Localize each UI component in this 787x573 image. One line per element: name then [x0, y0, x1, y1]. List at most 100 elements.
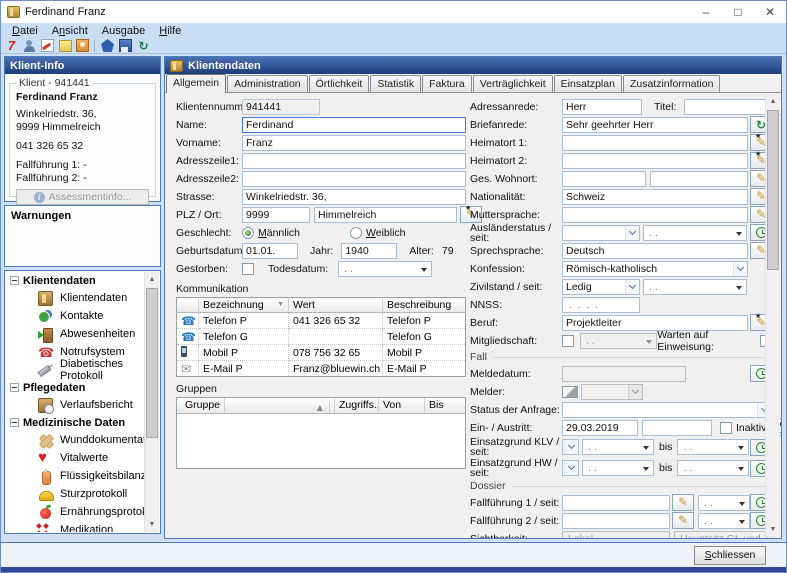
combo-button[interactable]: [625, 226, 639, 240]
einsatzgrund-hw-combo[interactable]: [562, 460, 579, 476]
sprechsprache-field[interactable]: [562, 243, 748, 259]
einsatzgrund-klv-bis-combo[interactable]: . .: [677, 439, 749, 455]
todesdatum-combo[interactable]: . .: [338, 261, 432, 277]
scroll-up-icon[interactable]: ▲: [766, 94, 780, 109]
meldedatum-field[interactable]: [562, 366, 686, 382]
scroll-thumb[interactable]: [146, 288, 158, 438]
nnss-field[interactable]: [562, 297, 640, 313]
schliessen-button[interactable]: Schliessen: [694, 546, 766, 565]
kommunikation-row-mobil-p[interactable]: Mobil P 078 756 32 65 Mobil P: [177, 345, 466, 361]
notes-icon[interactable]: [59, 40, 72, 52]
tree-item-abwesenheiten[interactable]: Abwesenheiten: [6, 325, 144, 343]
tab-allgemein[interactable]: Allgemein: [166, 74, 226, 93]
ges-wohnort-field1[interactable]: [562, 171, 646, 187]
status-anfrage-combo[interactable]: [562, 402, 772, 418]
menu-ausgabe[interactable]: Ausgabe: [95, 25, 152, 37]
adresszeile1-field[interactable]: [242, 153, 466, 169]
radio-maennlich[interactable]: [242, 227, 254, 239]
scroll-thumb[interactable]: [767, 110, 779, 270]
edit-protocol-icon[interactable]: [41, 39, 54, 52]
sichtbarkeit-combo1[interactable]: Lokal: [562, 531, 670, 539]
tab-statistik[interactable]: Statistik: [370, 75, 421, 92]
bezeichnung-column-header[interactable]: Bezeichnung▼: [199, 298, 289, 313]
melder-picker-button[interactable]: [562, 386, 578, 398]
tree-item-medikation[interactable]: Medikation: [6, 521, 144, 532]
scroll-down-icon[interactable]: ▼: [145, 517, 159, 532]
zivilstand-date-combo[interactable]: . .: [643, 279, 747, 295]
adresszeile2-field[interactable]: [242, 171, 466, 187]
maximize-button[interactable]: □: [722, 1, 754, 23]
fallfuehrung1-date-combo[interactable]: . .: [698, 495, 750, 511]
tree-group-klientendaten[interactable]: Klientendaten: [6, 272, 144, 289]
combo-button[interactable]: [564, 461, 578, 475]
combo-button[interactable]: [564, 440, 578, 454]
briefanrede-field[interactable]: [562, 117, 748, 133]
ges-wohnort-field2[interactable]: [650, 171, 748, 187]
tab-administration[interactable]: Administration: [227, 75, 308, 92]
tab-oertlichkeit[interactable]: Örtlichkeit: [309, 75, 370, 92]
einsatzgrund-hw-bis-combo[interactable]: . .: [677, 460, 749, 476]
menu-ansicht[interactable]: Ansicht: [45, 25, 95, 37]
tree-scrollbar[interactable]: ▲ ▼: [144, 272, 159, 532]
report-7-icon[interactable]: [4, 39, 19, 53]
icon-column-header[interactable]: [177, 298, 199, 313]
klientennummer-field[interactable]: [242, 99, 320, 115]
ort-field[interactable]: [314, 207, 457, 223]
nationalitaet-field[interactable]: [562, 189, 748, 205]
scroll-down-icon[interactable]: ▼: [766, 522, 780, 537]
menu-datei[interactable]: Datei: [5, 25, 45, 37]
tab-einsatzplan[interactable]: Einsatzplan: [554, 75, 622, 92]
inaktiv-checkbox[interactable]: [720, 422, 732, 434]
save-icon[interactable]: [119, 39, 132, 52]
beschreibung-column-header[interactable]: Beschreibung: [383, 298, 466, 313]
scroll-up-icon[interactable]: ▲: [145, 272, 159, 287]
form-scrollbar[interactable]: ▲ ▼: [765, 94, 780, 537]
combo-button[interactable]: [628, 385, 642, 399]
geburtsdatum-field[interactable]: [242, 243, 298, 259]
zugriffs-column-header[interactable]: Zugriffs...: [335, 398, 379, 413]
bis-column-header[interactable]: Bis: [425, 398, 465, 413]
contact-report-icon[interactable]: [76, 39, 89, 52]
fallfuehrung1-field[interactable]: [562, 495, 670, 511]
tab-vertraeglichkeit[interactable]: Verträglichkeit: [473, 75, 553, 92]
tree-item-sturzprotokoll[interactable]: Sturzprotokoll: [6, 485, 144, 503]
tree-item-kontakte[interactable]: Kontakte: [6, 307, 144, 325]
konfession-combo[interactable]: Römisch-katholisch: [562, 261, 748, 277]
close-window-button[interactable]: ✕: [754, 1, 786, 23]
collapse-icon[interactable]: [10, 383, 19, 392]
fallfuehrung1-edit-button[interactable]: [672, 494, 694, 511]
strasse-field[interactable]: [242, 189, 466, 205]
heimatort1-field[interactable]: [562, 135, 748, 151]
vorname-field[interactable]: [242, 135, 466, 151]
tree-item-wunddokumentation[interactable]: Wunddokumentation: [6, 431, 144, 449]
fallfuehrung2-field[interactable]: [562, 513, 670, 529]
shape-icon[interactable]: [101, 39, 114, 52]
sichtbarkeit-combo2[interactable]: Hauptsitz GL und Zentr...: [674, 531, 772, 539]
tab-zusatzinformation[interactable]: Zusatzinformation: [623, 75, 720, 92]
refresh-icon[interactable]: [136, 39, 151, 53]
zivilstand-combo[interactable]: Ledig: [562, 279, 640, 295]
melder-combo[interactable]: [581, 384, 643, 400]
heimatort2-field[interactable]: [562, 153, 748, 169]
tab-faktura[interactable]: Faktura: [422, 75, 472, 92]
kommunikation-row-telefon-p[interactable]: Telefon P 041 326 65 32 Telefon P: [177, 313, 466, 329]
radio-weiblich[interactable]: [350, 227, 362, 239]
muttersprache-field[interactable]: [562, 207, 748, 223]
einsatzgrund-hw-von-combo[interactable]: . .: [582, 460, 654, 476]
minimize-button[interactable]: –: [690, 1, 722, 23]
auslaenderstatus-date-combo[interactable]: . .: [643, 225, 747, 241]
assessmentinfo-button[interactable]: i Assessmentinfo...: [16, 189, 149, 205]
fallfuehrung2-date-combo[interactable]: . .: [698, 513, 750, 529]
name-field[interactable]: [242, 117, 466, 133]
combo-button[interactable]: [733, 262, 747, 276]
tree-item-diabetisches-protokoll[interactable]: Diabetisches Protokoll: [6, 361, 144, 379]
client-icon[interactable]: [22, 39, 37, 53]
tree-item-fluessigkeitsbilanz[interactable]: Flüssigkeitsbilanz: [6, 467, 144, 485]
eintritt-field[interactable]: [562, 420, 638, 436]
combo-button[interactable]: [625, 280, 639, 294]
adressanrede-field[interactable]: [562, 99, 642, 115]
von-column-header[interactable]: Von: [379, 398, 425, 413]
tree-group-medizinische-daten[interactable]: Medizinische Daten: [6, 414, 144, 431]
austritt-field[interactable]: [642, 420, 712, 436]
jahr-field[interactable]: [341, 243, 397, 259]
